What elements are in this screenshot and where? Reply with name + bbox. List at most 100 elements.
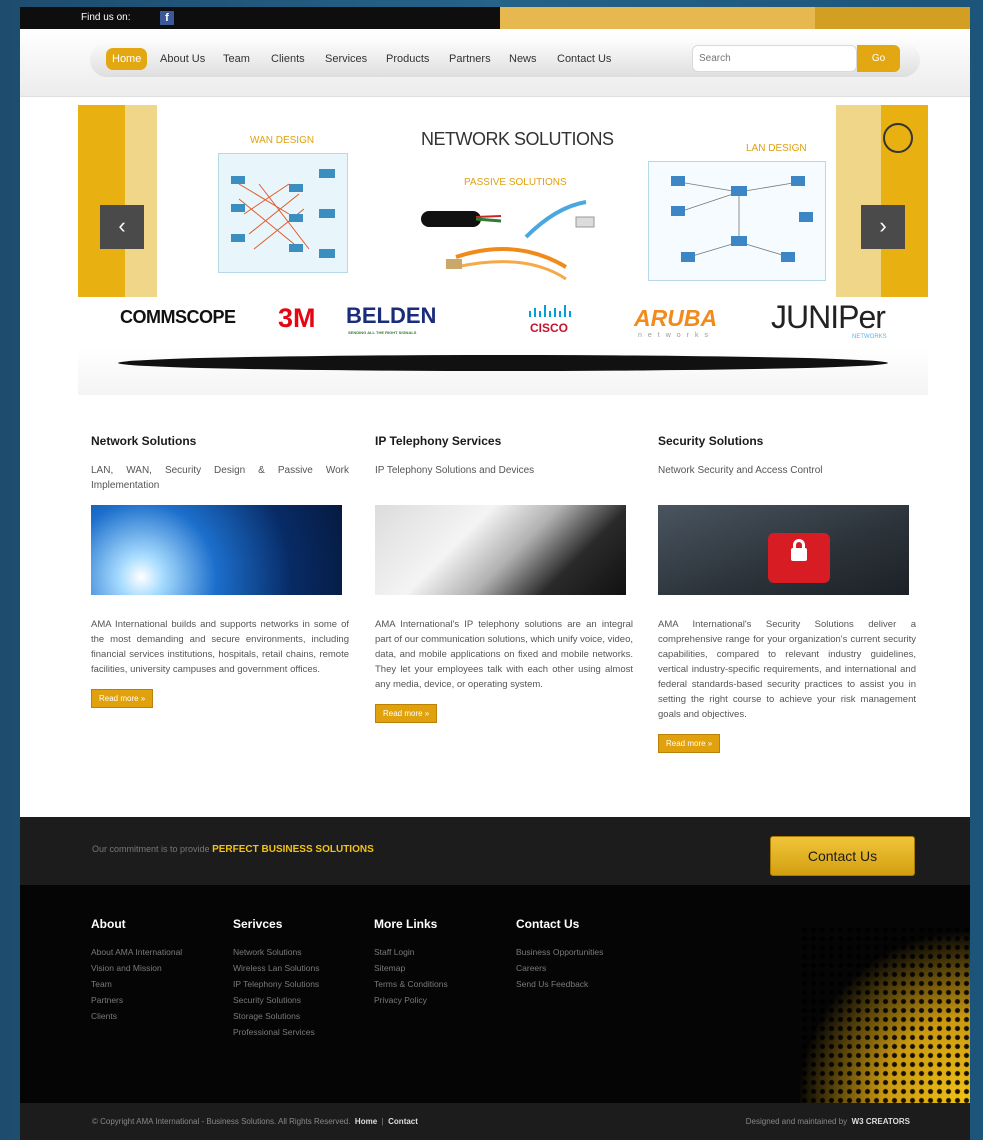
- read-more-button[interactable]: Read more »: [658, 734, 721, 753]
- copyright-separator: |: [381, 1117, 384, 1126]
- ip-phone-image: [375, 505, 626, 595]
- footer-link[interactable]: IP Telephony Solutions: [233, 979, 319, 995]
- footer-title: About: [91, 917, 126, 931]
- column-security-solutions: Security Solutions Network Security and …: [658, 434, 916, 753]
- cisco-logo[interactable]: CISCO: [530, 321, 568, 335]
- security-keyboard-image: [658, 505, 909, 595]
- footer-link[interactable]: Professional Services: [233, 1027, 319, 1043]
- column-title: IP Telephony Services: [375, 434, 502, 448]
- find-us-label: Find us on:: [81, 12, 131, 23]
- partner-logos: COMMSCOPE 3M BELDEN SENDING ALL THE RIGH…: [78, 297, 928, 347]
- slider-next-button[interactable]: ›: [861, 205, 905, 249]
- footer-title: Contact Us: [516, 917, 580, 931]
- column-subtitle: LAN, WAN, Security Design & Passive Work…: [91, 465, 349, 491]
- footer-link[interactable]: About AMA International: [91, 947, 182, 963]
- footer-link[interactable]: Clients: [91, 1011, 182, 1027]
- cisco-bars-icon: [529, 305, 571, 317]
- lock-shackle: [793, 539, 805, 551]
- search-go-button[interactable]: Go: [857, 45, 900, 72]
- column-title: Security Solutions: [658, 434, 764, 448]
- slider-prev-button[interactable]: ‹: [100, 205, 144, 249]
- column-body: AMA International's Security Solutions d…: [658, 619, 916, 720]
- read-more-button[interactable]: Read more »: [375, 704, 438, 723]
- nav-partners[interactable]: Partners: [449, 48, 491, 70]
- copyright-home-link[interactable]: Home: [355, 1117, 377, 1126]
- nav-bar: Home About Us Team Clients Services Prod…: [20, 29, 970, 97]
- designer-prefix: Designed and maintained by: [745, 1117, 848, 1126]
- footer-link[interactable]: Privacy Policy: [374, 995, 448, 1011]
- passive-solutions-label: PASSIVE SOLUTIONS: [464, 177, 567, 188]
- commitment-text: Our commitment is to provide PERFECT BUS…: [92, 844, 374, 855]
- nav-about-us[interactable]: About Us: [160, 48, 205, 70]
- search-input[interactable]: [692, 45, 857, 72]
- footer-link[interactable]: Staff Login: [374, 947, 448, 963]
- footer-link[interactable]: Careers: [516, 963, 603, 979]
- footer-col-services: Serivces Network Solutions Wireless Lan …: [233, 917, 319, 1043]
- commitment-prefix: Our commitment is to provide: [92, 844, 210, 854]
- wan-design-label: WAN DESIGN: [250, 135, 315, 146]
- read-more-button[interactable]: Read more »: [91, 689, 154, 708]
- footer-link[interactable]: Business Opportunities: [516, 947, 603, 963]
- slider-shadow-bar: [118, 355, 888, 371]
- footer-link[interactable]: Terms & Conditions: [374, 979, 448, 995]
- nav-team[interactable]: Team: [223, 48, 250, 70]
- designer-link[interactable]: W3 CREATORS: [852, 1117, 910, 1126]
- nav-services[interactable]: Services: [325, 48, 367, 70]
- cable-products-graphic: [421, 200, 595, 281]
- page: Find us on: f Home About Us Team Clients…: [20, 7, 970, 1140]
- copyright-text: © Copyright AMA International - Business…: [92, 1117, 418, 1126]
- footer-link[interactable]: Network Solutions: [233, 947, 319, 963]
- nav-news[interactable]: News: [509, 48, 537, 70]
- facebook-icon[interactable]: f: [160, 11, 174, 25]
- slide-timer-icon: [883, 123, 913, 153]
- lock-key: [768, 533, 830, 583]
- nav-clients[interactable]: Clients: [271, 48, 305, 70]
- column-subtitle: IP Telephony Solutions and Devices: [375, 465, 535, 476]
- aruba-tagline: networks: [638, 332, 715, 339]
- footer-link[interactable]: Vision and Mission: [91, 963, 182, 979]
- footer-col-more-links: More Links Staff Login Sitemap Terms & C…: [374, 917, 448, 1011]
- footer-col-about: About About AMA International Vision and…: [91, 917, 182, 1027]
- designer-credit: Designed and maintained by W3 CREATORS: [746, 1117, 910, 1126]
- slider-stripe-left: [78, 105, 125, 297]
- footer-dots-decoration: [800, 925, 970, 1103]
- footer-col-contact: Contact Us Business Opportunities Career…: [516, 917, 603, 995]
- footer: About About AMA International Vision and…: [20, 885, 970, 1103]
- footer-title: Serivces: [233, 917, 283, 931]
- footer-link[interactable]: Partners: [91, 995, 182, 1011]
- copyright-contact-link[interactable]: Contact: [388, 1117, 418, 1126]
- top-bar-accent-dark: [815, 7, 970, 29]
- commscope-logo[interactable]: COMMSCOPE: [120, 307, 236, 328]
- aruba-logo[interactable]: ARUBA: [634, 305, 717, 332]
- footer-link[interactable]: Security Solutions: [233, 995, 319, 1011]
- footer-link[interactable]: Storage Solutions: [233, 1011, 319, 1027]
- juniper-logo[interactable]: JUNIPer: [771, 299, 886, 336]
- nav-contact-us[interactable]: Contact Us: [557, 48, 611, 70]
- lan-diagram-graphic: [671, 176, 813, 262]
- copyright-bar: © Copyright AMA International - Business…: [20, 1103, 970, 1140]
- nav-home[interactable]: Home: [106, 48, 148, 70]
- belden-logo[interactable]: BELDEN: [346, 303, 436, 329]
- copyright-notice: © Copyright AMA International - Business…: [92, 1117, 351, 1126]
- nav-products[interactable]: Products: [386, 48, 429, 70]
- footer-link[interactable]: Wireless Lan Solutions: [233, 963, 319, 979]
- top-bar-accent: [500, 7, 815, 29]
- footer-title: More Links: [374, 917, 438, 931]
- column-network-solutions: Network Solutions LAN, WAN, Security Des…: [91, 434, 349, 708]
- column-ip-telephony: IP Telephony Services IP Telephony Solut…: [375, 434, 633, 723]
- column-body: AMA International builds and supports ne…: [91, 619, 349, 675]
- slider-shadow: [78, 347, 928, 395]
- footer-link[interactable]: Sitemap: [374, 963, 448, 979]
- slider-stripe-right-light: [836, 105, 881, 297]
- 3m-logo[interactable]: 3M: [278, 303, 316, 334]
- lan-diagram: [648, 161, 826, 281]
- hero-slider: WAN DESIGN NETWORK SOLUTIONS PASSIVE SOL…: [78, 105, 928, 297]
- commitment-highlight: PERFECT BUSINESS SOLUTIONS: [212, 844, 374, 855]
- column-title: Network Solutions: [91, 434, 197, 448]
- contact-us-button[interactable]: Contact Us: [770, 836, 915, 876]
- footer-link[interactable]: Send Us Feedback: [516, 979, 603, 995]
- top-bar: Find us on: f: [20, 7, 970, 29]
- column-subtitle: Network Security and Access Control: [658, 465, 823, 476]
- footer-link[interactable]: Team: [91, 979, 182, 995]
- slider-heading: NETWORK SOLUTIONS: [421, 129, 614, 149]
